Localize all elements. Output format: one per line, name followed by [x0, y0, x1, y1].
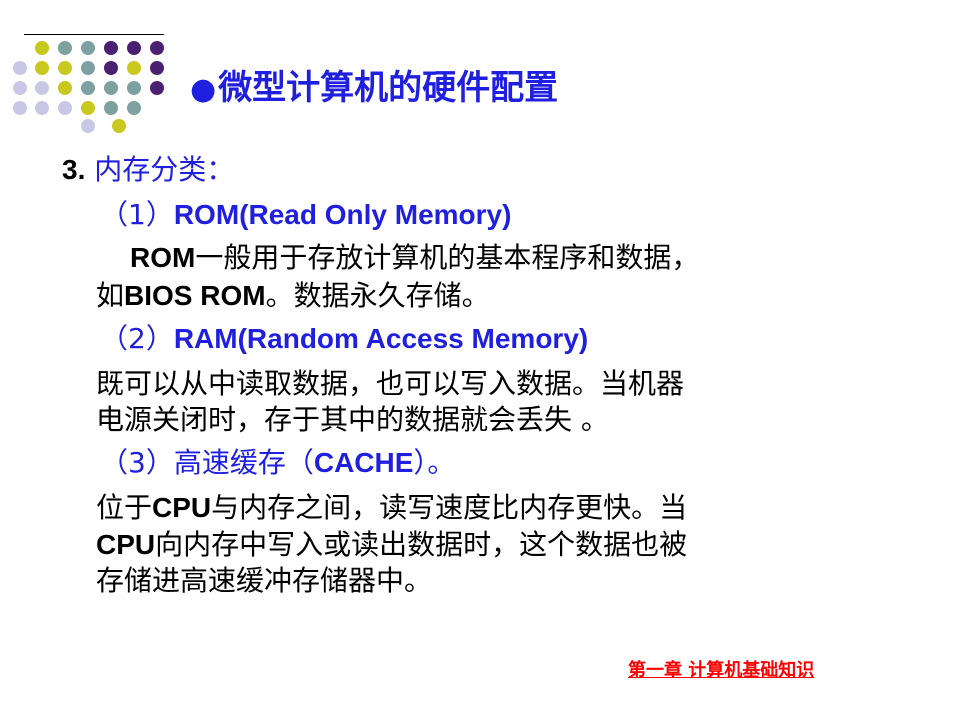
decor-dot	[150, 81, 164, 95]
dot-grid-decoration	[0, 0, 170, 140]
body-line: 既可以从中读取数据，也可以写入数据。当机器	[96, 366, 684, 402]
section-number: 3.	[62, 154, 86, 185]
item-heading-text: 高速缓存	[173, 446, 286, 479]
body-text: 与内存之间，读写速度比内存更快。当	[211, 491, 688, 524]
item-prefix: （1）	[100, 198, 174, 231]
decor-dot	[127, 101, 141, 115]
decor-dot	[13, 81, 27, 95]
decor-dot	[104, 81, 118, 95]
decor-dot	[58, 101, 72, 115]
decor-dot	[104, 41, 118, 55]
decor-dot	[104, 101, 118, 115]
decor-dot	[81, 101, 95, 115]
body-line: 位于CPU与内存之间，读写速度比内存更快。当	[96, 490, 687, 526]
body-text: CPU	[96, 529, 156, 560]
item-heading-ram: （2）RAM(Random Access Memory)	[100, 321, 588, 357]
decor-dot	[112, 119, 126, 133]
body-text: CPU	[152, 492, 212, 523]
decor-dot	[35, 81, 49, 95]
decor-dot	[81, 81, 95, 95]
item-heading-text: RAM(Random Access Memory)	[173, 323, 589, 354]
body-text: 位于	[96, 491, 153, 524]
item-heading-text: ROM(Read Only Memory)	[173, 199, 512, 230]
decor-dot	[35, 61, 49, 75]
body-text: 存储进高速缓冲存储器中。	[96, 564, 433, 597]
decor-dot	[150, 41, 164, 55]
body-text: 向内存中写入或读出数据时，这个数据也被	[155, 528, 688, 561]
decor-dot	[58, 41, 72, 55]
item-heading-cache: （3）高速缓存（CACHE）。	[100, 445, 455, 481]
decor-dot	[81, 119, 95, 133]
body-text: 。数据永久存储。	[265, 279, 490, 312]
decor-dot	[13, 61, 27, 75]
decor-dot	[13, 101, 27, 115]
title-bullet-icon: ●	[190, 72, 217, 107]
decor-dot	[127, 81, 141, 95]
body-text: 一般用于存放计算机的基本程序和数据，	[195, 241, 700, 274]
body-text: 如	[96, 279, 125, 312]
body-text: 电源关闭时，存于其中的数据就会丢失 。	[96, 403, 609, 436]
decor-dot	[127, 61, 141, 75]
decor-dot	[127, 41, 141, 55]
decor-dot	[35, 101, 49, 115]
decor-dot	[81, 41, 95, 55]
body-text: BIOS ROM	[124, 280, 266, 311]
body-text: 既可以从中读取数据，也可以写入数据。当机器	[96, 367, 685, 400]
title-text: 微型计算机的硬件配置	[218, 68, 559, 108]
section-label: 内存分类：	[94, 153, 235, 186]
body-line: 存储进高速缓冲存储器中。	[96, 563, 432, 599]
item-prefix: （3）	[100, 446, 174, 479]
decor-dot	[58, 61, 72, 75]
decor-dot	[81, 61, 95, 75]
item-heading-rom: （1）ROM(Read Only Memory)	[100, 197, 511, 233]
item-heading-text: ）。	[413, 446, 456, 479]
slide-title: ●微型计算机的硬件配置	[190, 60, 558, 109]
body-line: 电源关闭时，存于其中的数据就会丢失 。	[96, 402, 609, 438]
body-line: 如BIOS ROM。数据永久存储。	[96, 278, 490, 314]
item-prefix: （2）	[100, 322, 174, 355]
decor-dot	[150, 61, 164, 75]
body-line: ROM一般用于存放计算机的基本程序和数据，	[130, 240, 699, 276]
decor-dot	[58, 81, 72, 95]
item-heading-text: （	[285, 446, 314, 479]
body-line: CPU向内存中写入或读出数据时，这个数据也被	[96, 527, 687, 563]
footer-chapter-link[interactable]: 第一章 计算机基础知识	[628, 656, 814, 682]
item-heading-text: CACHE	[313, 447, 414, 478]
section-heading: 3. 内存分类：	[62, 152, 234, 188]
decor-dot	[35, 41, 49, 55]
decor-dot	[104, 61, 118, 75]
body-text: ROM	[130, 242, 196, 273]
